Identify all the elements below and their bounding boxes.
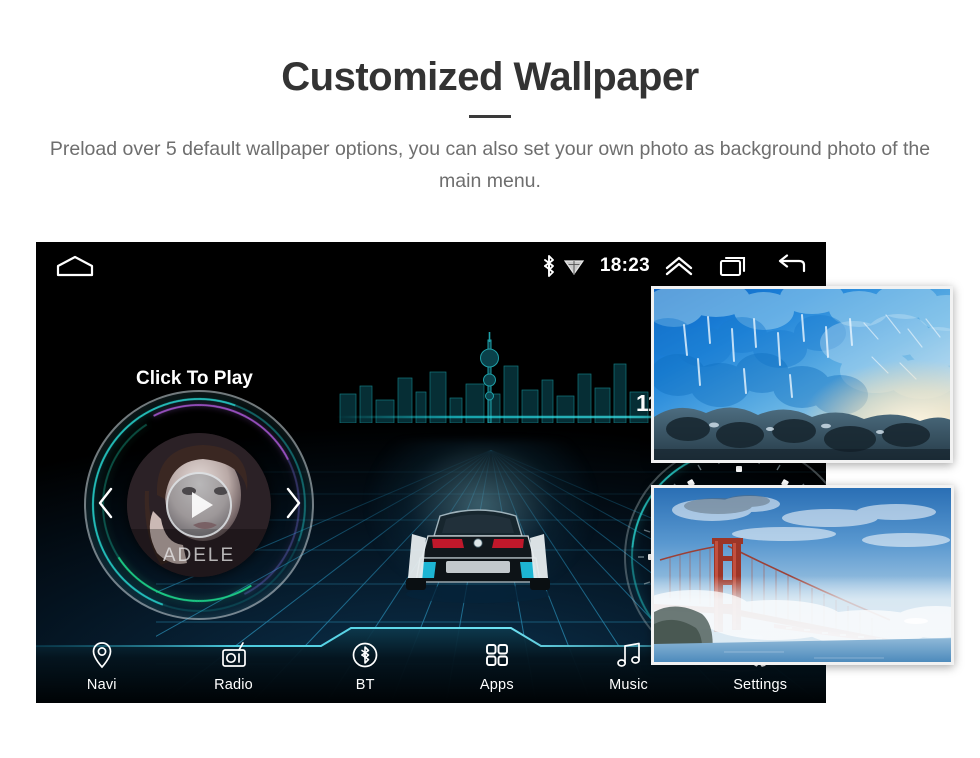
play-icon[interactable] bbox=[166, 472, 232, 538]
dock-label-bt: BT bbox=[355, 677, 375, 693]
status-bar: 18:23 bbox=[36, 242, 826, 290]
click-to-play-hint[interactable]: Click To Play bbox=[136, 368, 253, 390]
bluetooth-icon bbox=[350, 640, 380, 670]
car-graphic bbox=[388, 486, 568, 606]
home-icon[interactable] bbox=[56, 255, 94, 277]
radio-icon bbox=[219, 640, 249, 670]
music-note-icon bbox=[614, 640, 644, 670]
ice-cave-wallpaper[interactable] bbox=[651, 286, 953, 463]
ice-cave-wallpaper-image bbox=[654, 289, 950, 460]
dock-label-settings: Settings bbox=[733, 677, 788, 693]
dock-label-music: Music bbox=[609, 677, 648, 693]
status-bar-clock: 18:23 bbox=[599, 255, 650, 276]
dock-label-radio: Radio bbox=[214, 677, 253, 693]
dock-item-bt[interactable]: BT bbox=[299, 634, 431, 703]
media-player-widget[interactable]: ADELE bbox=[56, 362, 342, 648]
title-divider bbox=[469, 115, 511, 118]
golden-gate-wallpaper-image bbox=[654, 488, 951, 662]
wifi-icon bbox=[562, 253, 586, 279]
back-icon[interactable] bbox=[776, 253, 808, 279]
page-subtitle: Preload over 5 default wallpaper options… bbox=[49, 138, 931, 192]
page-root: Customized Wallpaper Preload over 5 defa… bbox=[0, 0, 980, 758]
chevron-left-icon[interactable] bbox=[95, 486, 117, 520]
chevron-double-up-icon[interactable] bbox=[662, 253, 696, 279]
golden-gate-wallpaper[interactable] bbox=[651, 485, 954, 665]
dock-label-apps: Apps bbox=[479, 677, 514, 693]
status-bar-right-group: 18:23 bbox=[538, 242, 808, 290]
page-title: Customized Wallpaper bbox=[281, 55, 699, 99]
grid-apps-icon bbox=[482, 640, 512, 670]
album-title: ADELE bbox=[162, 545, 236, 566]
location-pin-icon bbox=[87, 640, 117, 670]
recents-icon[interactable] bbox=[718, 253, 750, 279]
dock-label-navi: Navi bbox=[86, 677, 117, 693]
bluetooth-icon bbox=[538, 253, 560, 279]
chevron-right-icon[interactable] bbox=[282, 486, 304, 520]
dock-item-navi[interactable]: Navi bbox=[36, 634, 168, 703]
dock-item-apps[interactable]: Apps bbox=[431, 634, 563, 703]
dock-item-radio[interactable]: Radio bbox=[168, 634, 300, 703]
